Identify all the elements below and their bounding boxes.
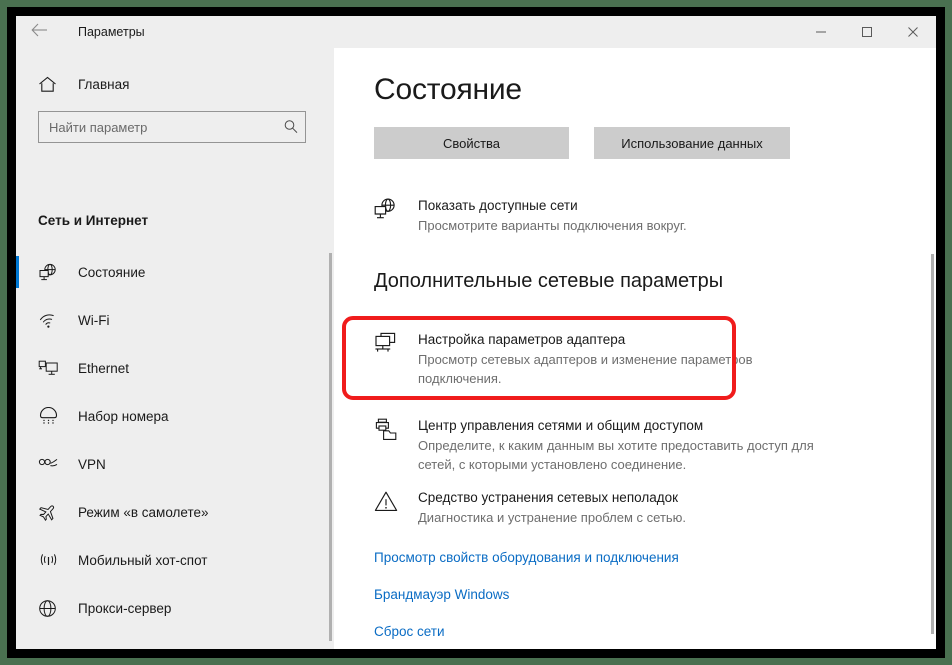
screenshot-root: Параметры Главная Найти параметр Сеть и …: [0, 0, 952, 665]
entry-text: Показать доступные сети Просмотрите вари…: [418, 196, 687, 235]
search-box[interactable]: [38, 111, 306, 143]
sidebar-item-label: Режим «в самолете»: [78, 504, 209, 520]
warning-triangle-icon: [374, 488, 418, 527]
entry-description: Просмотрите варианты подключения вокруг.: [418, 218, 687, 233]
dial-up-icon: [38, 407, 68, 425]
selection-indicator: [16, 448, 19, 480]
sidebar: Главная Сеть и Интернет: [16, 48, 334, 649]
vpn-icon: [38, 457, 68, 471]
ethernet-icon: [38, 359, 68, 377]
selection-indicator: [16, 256, 19, 288]
settings-window: Параметры Главная Найти параметр Сеть и …: [16, 16, 936, 649]
search-input[interactable]: [39, 119, 277, 135]
sidebar-item-label: VPN: [78, 456, 106, 472]
selection-indicator: [16, 304, 19, 336]
caption-buttons: [798, 16, 936, 48]
airplane-mode-icon: [38, 503, 68, 522]
entry-description: Диагностика и устранение проблем с сетью…: [418, 510, 687, 525]
app-title: Параметры: [78, 25, 145, 39]
maximize-icon: [862, 27, 872, 37]
proxy-globe-icon: [38, 599, 68, 618]
globe-monitor-icon: [374, 196, 418, 235]
back-arrow-icon: [30, 23, 48, 41]
page-title: Состояние: [374, 73, 522, 106]
selection-indicator: [16, 544, 19, 576]
entry-title: Настройка параметров адаптера: [418, 332, 626, 347]
link-network-reset[interactable]: Сброс сети: [374, 624, 445, 639]
sidebar-section-heading: Сеть и Интернет: [38, 213, 149, 228]
entry-title: Средство устранения сетевых неполадок: [418, 490, 679, 505]
sidebar-item-wifi[interactable]: Wi-Fi: [16, 296, 334, 344]
sidebar-item-label: Прокси-сервер: [78, 600, 172, 616]
back-button[interactable]: [18, 16, 60, 48]
adapter-settings-icon: [374, 330, 418, 388]
sidebar-item-mobile-hotspot[interactable]: Мобильный хот-спот: [16, 536, 334, 584]
home-label: Главная: [78, 76, 130, 92]
sidebar-item-ethernet[interactable]: Ethernet: [16, 344, 334, 392]
sidebar-item-home[interactable]: Главная: [16, 64, 334, 104]
sidebar-item-label: Ethernet: [78, 360, 130, 376]
entry-text: Средство устранения сетевых неполадок Ди…: [418, 488, 686, 527]
content-scrollbar[interactable]: [931, 254, 934, 634]
entry-title: Показать доступные сети: [418, 198, 578, 213]
link-hardware-connection-properties[interactable]: Просмотр свойств оборудования и подключе…: [374, 550, 679, 565]
sidebar-item-label: Набор номера: [78, 408, 169, 424]
sidebar-item-dialup[interactable]: Набор номера: [16, 392, 334, 440]
sidebar-item-status[interactable]: Состояние: [16, 248, 334, 296]
sidebar-item-label: Мобильный хот-спот: [78, 552, 208, 568]
home-icon: [38, 76, 68, 93]
selection-indicator: [16, 496, 19, 528]
selection-indicator: [16, 592, 19, 624]
title-bar: Параметры: [16, 16, 936, 48]
sidebar-scrollbar[interactable]: [329, 253, 332, 641]
selection-indicator: [16, 352, 19, 384]
selection-indicator: [16, 400, 19, 432]
sidebar-item-label: Состояние: [78, 264, 146, 280]
network-sharing-center-entry[interactable]: Центр управления сетями и общим доступом…: [374, 416, 844, 474]
network-status-icon: [38, 263, 68, 282]
advanced-settings-heading: Дополнительные сетевые параметры: [374, 270, 724, 292]
action-button-row: Свойства Использование данных: [374, 127, 790, 159]
show-available-networks-entry[interactable]: Показать доступные сети Просмотрите вари…: [374, 196, 894, 235]
wifi-icon: [38, 312, 68, 329]
sidebar-item-vpn[interactable]: VPN: [16, 440, 334, 488]
sidebar-item-proxy[interactable]: Прокси-сервер: [16, 584, 334, 632]
search-icon[interactable]: [277, 119, 305, 135]
close-icon: [908, 27, 918, 37]
close-button[interactable]: [890, 16, 936, 48]
sidebar-item-airplane-mode[interactable]: Режим «в самолете»: [16, 488, 334, 536]
adapter-settings-entry[interactable]: Настройка параметров адаптера Просмотр с…: [374, 330, 834, 388]
link-windows-firewall[interactable]: Брандмауэр Windows: [374, 587, 509, 602]
sidebar-nav-list: Состояние Wi-Fi Ethernet Набор номера VP…: [16, 248, 334, 632]
network-sharing-center-icon: [374, 416, 418, 474]
entry-text: Настройка параметров адаптера Просмотр с…: [418, 330, 834, 388]
entry-description: Просмотр сетевых адаптеров и изменение п…: [418, 352, 753, 386]
entry-description: Определите, к каким данным вы хотите пре…: [418, 438, 814, 472]
minimize-button[interactable]: [798, 16, 844, 48]
entry-text: Центр управления сетями и общим доступом…: [418, 416, 844, 474]
maximize-button[interactable]: [844, 16, 890, 48]
data-usage-button[interactable]: Использование данных: [594, 127, 790, 159]
mobile-hotspot-icon: [38, 552, 68, 569]
minimize-icon: [816, 31, 826, 33]
main-content: Состояние Свойства Использование данных: [334, 48, 936, 649]
sidebar-item-label: Wi-Fi: [78, 312, 110, 328]
entry-title: Центр управления сетями и общим доступом: [418, 418, 704, 433]
properties-button[interactable]: Свойства: [374, 127, 569, 159]
network-troubleshooter-entry[interactable]: Средство устранения сетевых неполадок Ди…: [374, 488, 844, 527]
